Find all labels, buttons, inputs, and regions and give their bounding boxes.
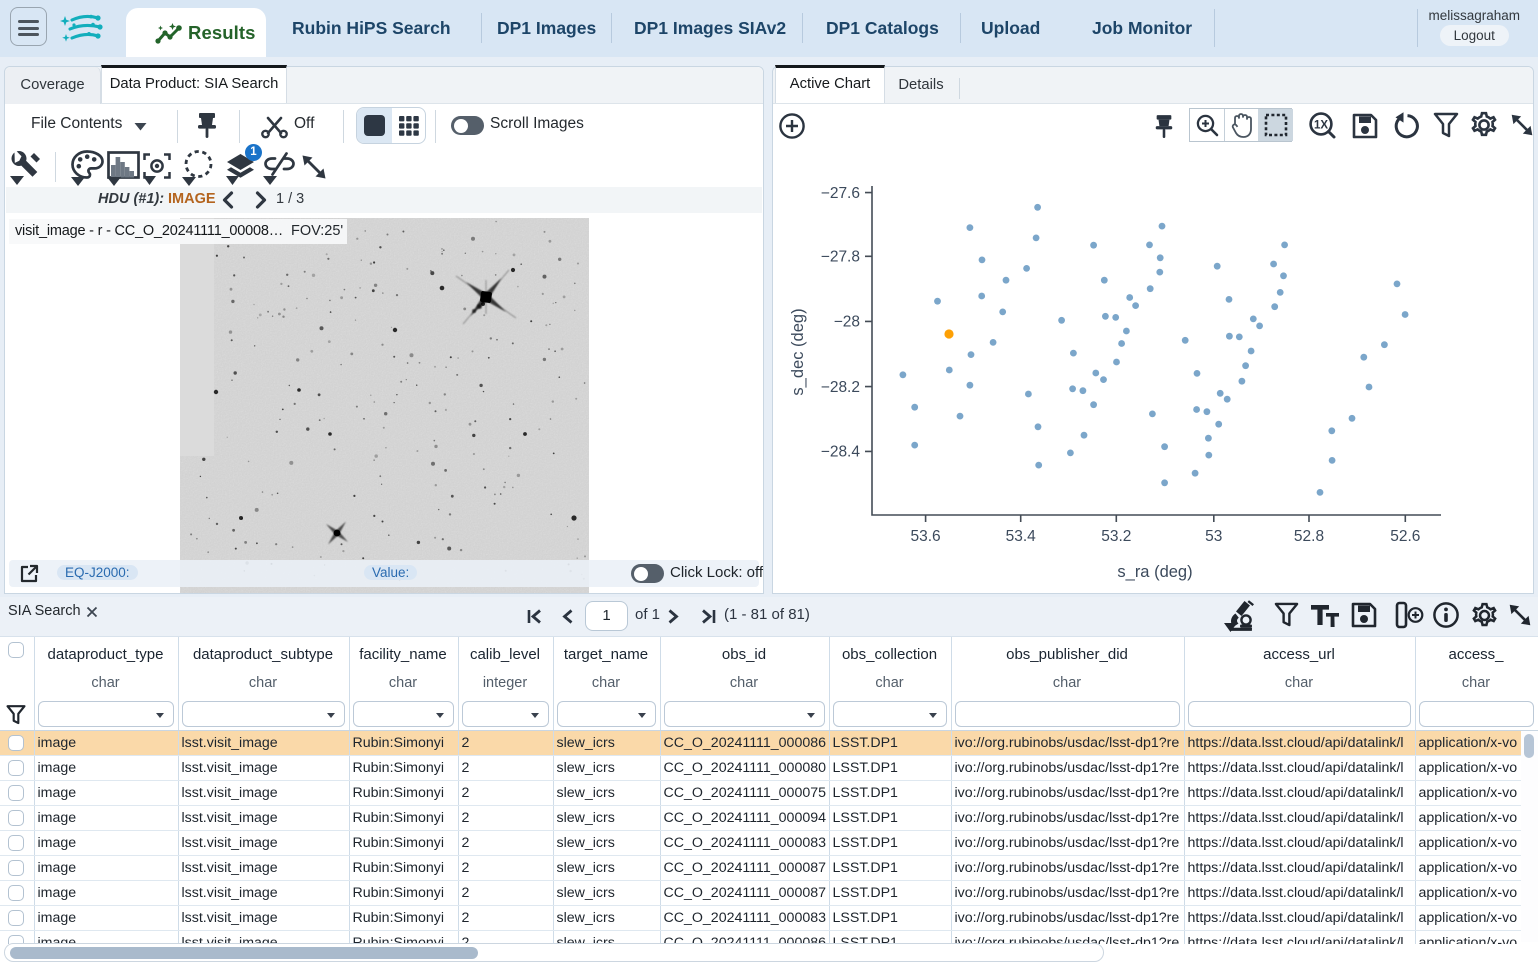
- svg-text:53.4: 53.4: [1006, 528, 1037, 545]
- svg-text:−27.8: −27.8: [821, 249, 860, 266]
- svg-text:s_ra (deg): s_ra (deg): [1117, 563, 1192, 581]
- svg-text:−28: −28: [834, 314, 860, 331]
- svg-text:−28.2: −28.2: [821, 379, 860, 396]
- svg-text:53: 53: [1205, 528, 1222, 545]
- svg-text:53.2: 53.2: [1101, 528, 1131, 545]
- svg-text:52.6: 52.6: [1390, 528, 1420, 545]
- svg-text:53.6: 53.6: [911, 528, 941, 545]
- svg-text:−27.6: −27.6: [821, 185, 860, 202]
- svg-text:s_dec (deg): s_dec (deg): [789, 308, 807, 395]
- svg-text:52.8: 52.8: [1294, 528, 1324, 545]
- svg-text:−28.4: −28.4: [821, 444, 861, 461]
